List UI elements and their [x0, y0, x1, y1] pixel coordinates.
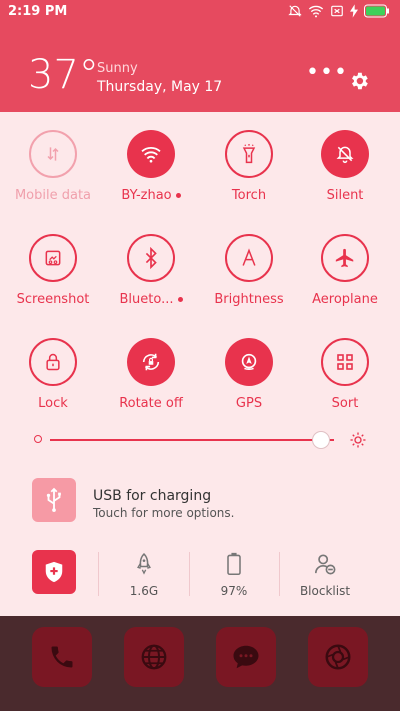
tile-label: BY-zhao: [121, 188, 172, 203]
usb-app-icon: [32, 478, 76, 522]
status-bar: 2:19 PM: [0, 0, 400, 24]
tile-label: Rotate off: [119, 396, 183, 411]
brightness-max-icon: [350, 432, 366, 448]
chat-icon: [233, 645, 259, 669]
notification-subtitle: Touch for more options.: [93, 506, 235, 520]
active-dot: [175, 193, 181, 198]
weather-condition: Sunny: [97, 61, 138, 76]
tile-label: Screenshot: [16, 292, 90, 307]
brightness-a-icon: [242, 248, 256, 266]
tile-rotate-off[interactable]: Rotate off: [106, 338, 196, 411]
airplane-icon: [335, 248, 354, 268]
status-icons: [288, 4, 390, 18]
lock-icon: [46, 353, 60, 371]
tile-label: Torch: [231, 188, 267, 203]
browser-app[interactable]: [124, 627, 184, 687]
blocklist-icon: [315, 554, 336, 575]
tile-label: Mobile data: [14, 188, 92, 203]
tile-lock[interactable]: Lock: [8, 338, 98, 411]
gear-icon: [352, 72, 368, 90]
screenshot-icon: [45, 250, 61, 266]
tile-wifi[interactable]: BY-zhao: [106, 130, 196, 203]
tile-label: Blueto...: [119, 292, 174, 307]
brightness-knob[interactable]: [311, 431, 330, 449]
alarm-off-icon: [288, 5, 302, 17]
rotate-lock-icon: [142, 353, 160, 371]
blocklist-button[interactable]: Blocklist: [285, 552, 365, 598]
camera-aperture-icon: [325, 644, 351, 670]
tile-label: GPS: [235, 396, 263, 411]
grid-icon: [337, 354, 353, 370]
battery-outline-icon: [227, 552, 241, 576]
active-dot: [177, 297, 183, 302]
camera-app[interactable]: [308, 627, 368, 687]
phone-icon: [51, 646, 73, 668]
quick-settings-panel: Mobile data BY-zhao Torch Silent Screens…: [0, 112, 400, 616]
bell-off-icon: [336, 146, 354, 164]
tile-label: Brightness: [214, 292, 284, 307]
tile-label: Silent: [326, 188, 364, 203]
date: Thursday, May 17: [97, 79, 223, 95]
memory-value: 1.6G: [129, 584, 159, 598]
rocket-icon: [137, 552, 151, 575]
tile-sort[interactable]: Sort: [300, 338, 390, 411]
tile-label: Aeroplane: [312, 292, 378, 307]
temperature: 37°: [28, 52, 99, 98]
gps-icon: [241, 353, 257, 370]
utility-row: 1.6G 97% Blocklist: [0, 550, 400, 616]
security-button[interactable]: [32, 550, 76, 594]
divider: [189, 552, 190, 596]
brightness-slider[interactable]: [34, 430, 366, 450]
battery-value: 97%: [220, 584, 248, 598]
brightness-track[interactable]: [50, 439, 334, 441]
tile-mobile-data[interactable]: Mobile data: [8, 130, 98, 203]
tile-silent[interactable]: Silent: [300, 130, 390, 203]
usb-notification[interactable]: USB for charging Touch for more options.: [0, 478, 400, 536]
tile-aeroplane[interactable]: Aeroplane: [300, 234, 390, 307]
settings-button[interactable]: [348, 70, 370, 96]
blocklist-label: Blocklist: [299, 584, 351, 598]
tile-label: Lock: [38, 396, 68, 411]
status-time: 2:19 PM: [8, 4, 68, 19]
tile-torch[interactable]: Torch: [204, 130, 294, 203]
globe-icon: [141, 644, 167, 670]
data-arrows-icon: [47, 147, 59, 161]
tile-brightness[interactable]: Brightness: [204, 234, 294, 307]
tile-label: Sort: [331, 396, 359, 411]
notification-title: USB for charging: [93, 488, 212, 504]
no-sim-icon: [331, 5, 343, 17]
tile-screenshot[interactable]: Screenshot: [8, 234, 98, 307]
phone-app[interactable]: [32, 627, 92, 687]
divider: [98, 552, 99, 596]
wifi-status-icon: [308, 5, 324, 18]
battery-saver[interactable]: 97%: [194, 552, 274, 598]
shield-icon: [45, 561, 63, 583]
tile-bluetooth[interactable]: Blueto...: [106, 234, 196, 307]
divider: [279, 552, 280, 596]
wifi-icon: [141, 147, 161, 163]
battery-icon: [364, 4, 389, 18]
more-menu-button[interactable]: •••: [306, 62, 348, 84]
torch-icon: [242, 144, 256, 164]
home-dock: [0, 616, 400, 711]
brightness-min-icon: [34, 435, 42, 443]
charging-icon: [350, 4, 358, 18]
messages-app[interactable]: [216, 627, 276, 687]
tile-gps[interactable]: GPS: [204, 338, 294, 411]
weather-header: 37° Sunny Thursday, May 17 •••: [0, 24, 400, 112]
usb-icon: [46, 487, 61, 512]
memory-cleaner[interactable]: 1.6G: [104, 552, 184, 598]
bluetooth-icon: [145, 247, 157, 269]
